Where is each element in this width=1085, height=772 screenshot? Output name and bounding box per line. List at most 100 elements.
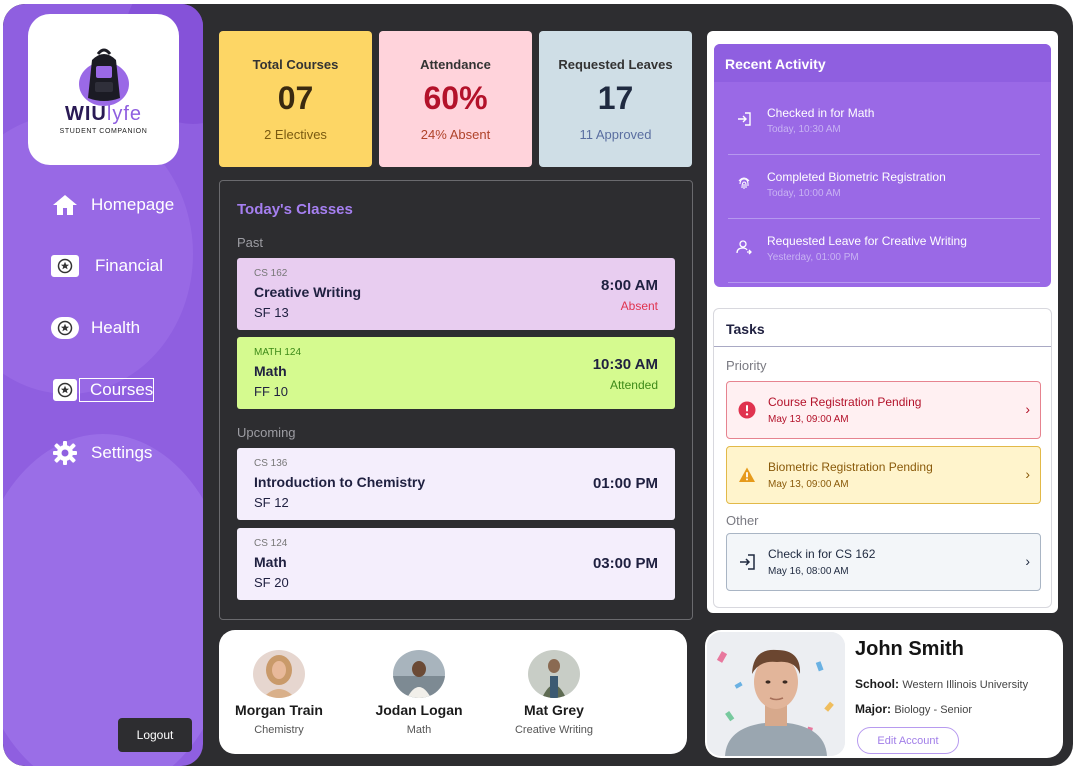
chevron-right-icon: › bbox=[1025, 553, 1030, 569]
class-card[interactable]: CS 162 Creative Writing SF 13 8:00 AM Ab… bbox=[237, 258, 675, 330]
task-time: May 13, 09:00 AM bbox=[768, 479, 849, 490]
tasks-title: Tasks bbox=[714, 309, 1051, 347]
avatar bbox=[528, 650, 580, 698]
edit-account-button[interactable]: Edit Account bbox=[857, 727, 959, 754]
sidebar-item-health[interactable]: Health bbox=[51, 313, 140, 343]
major-value: Biology - Senior bbox=[894, 704, 972, 716]
profile-card: John Smith School: Western Illinois Univ… bbox=[705, 630, 1063, 758]
class-time: 01:00 PM bbox=[592, 475, 658, 492]
task-text: Biometric Registration Pending bbox=[768, 460, 933, 474]
task-item[interactable]: Course Registration Pending May 13, 09:0… bbox=[726, 381, 1041, 439]
activity-time: Yesterday, 01:00 PM bbox=[767, 252, 859, 263]
chevron-right-icon: › bbox=[1025, 466, 1030, 482]
stat-value: 17 bbox=[597, 80, 634, 116]
class-card[interactable]: CS 136 Introduction to Chemistry SF 12 0… bbox=[237, 448, 675, 520]
class-room: SF 12 bbox=[254, 495, 289, 510]
task-item[interactable]: Check in for CS 162 May 16, 08:00 AM › bbox=[726, 533, 1041, 591]
stat-value: 07 bbox=[277, 80, 314, 116]
avatar bbox=[393, 650, 445, 698]
sidebar-item-label: Financial bbox=[95, 256, 164, 275]
sidebar-item-label: Settings bbox=[91, 443, 153, 462]
classmate-card[interactable]: Morgan Train Chemistry bbox=[224, 650, 334, 736]
class-name: Math bbox=[254, 363, 287, 379]
class-code: CS 162 bbox=[254, 268, 288, 279]
class-room: FF 10 bbox=[254, 384, 288, 399]
chevron-right-icon: › bbox=[1025, 401, 1030, 417]
class-card[interactable]: CS 124 Math SF 20 03:00 PM bbox=[237, 528, 675, 600]
fingerprint-icon bbox=[738, 177, 750, 189]
activity-text: Requested Leave for Creative Writing bbox=[767, 234, 967, 248]
gear-icon bbox=[51, 441, 79, 465]
classmate-card[interactable]: Jodan Logan Math bbox=[364, 650, 474, 736]
check-in-icon bbox=[738, 112, 751, 126]
section-label-other: Other bbox=[726, 513, 759, 528]
classmate-name: Mat Grey bbox=[524, 702, 584, 718]
warning-triangle-icon bbox=[739, 467, 755, 482]
class-time: 8:00 AM bbox=[601, 277, 658, 294]
activity-text: Checked in for Math bbox=[767, 106, 875, 120]
sidebar-item-label: Courses bbox=[79, 378, 155, 402]
task-item[interactable]: Biometric Registration Pending May 13, 0… bbox=[726, 446, 1041, 504]
avatar bbox=[253, 650, 305, 698]
classmate-subject: Chemistry bbox=[254, 724, 304, 736]
todays-classes-panel: Today's Classes Past CS 162 Creative Wri… bbox=[219, 180, 693, 620]
activity-item[interactable]: Completed Biometric Registration Today, … bbox=[728, 155, 1040, 219]
sidebar-decoration bbox=[3, 434, 203, 766]
school-value: Western Illinois University bbox=[902, 679, 1029, 691]
section-label-priority: Priority bbox=[726, 358, 767, 373]
class-code: CS 124 bbox=[254, 538, 288, 549]
logout-button[interactable]: Logout bbox=[118, 718, 192, 752]
classmate-name: Morgan Train bbox=[235, 702, 323, 718]
class-code: MATH 124 bbox=[254, 347, 302, 358]
stat-label: Requested Leaves bbox=[558, 57, 673, 72]
home-icon bbox=[51, 193, 79, 217]
sidebar-item-financial[interactable]: Financial bbox=[51, 251, 163, 281]
stat-card-total-courses: Total Courses 07 2 Electives bbox=[219, 31, 372, 167]
class-time: 10:30 AM bbox=[592, 356, 658, 373]
stat-sub: 11 Approved bbox=[579, 127, 652, 142]
tasks-panel: Tasks Priority Course Registration Pendi… bbox=[713, 308, 1052, 608]
star-badge-icon bbox=[51, 316, 79, 340]
class-time: 03:00 PM bbox=[592, 555, 658, 572]
class-name: Math bbox=[254, 554, 287, 570]
brand-wordmark: WIUlyfe bbox=[65, 103, 142, 126]
user-request-icon bbox=[736, 240, 752, 255]
activity-item[interactable]: Checked in for Math Today, 10:30 AM bbox=[728, 91, 1040, 155]
stat-sub: 2 Electives bbox=[264, 127, 327, 142]
right-panel: Recent Activity Checked in for Math Toda… bbox=[707, 31, 1058, 613]
sidebar-item-settings[interactable]: Settings bbox=[51, 438, 152, 468]
profile-name: John Smith bbox=[855, 638, 964, 660]
sidebar-item-label: Homepage bbox=[91, 195, 175, 214]
activity-item[interactable]: Requested Leave for Creative Writing Yes… bbox=[728, 219, 1040, 283]
profile-photo bbox=[707, 632, 845, 756]
profile-major-row: Major: Biology - Senior bbox=[855, 702, 972, 716]
sidebar-item-homepage[interactable]: Homepage bbox=[51, 190, 174, 220]
brand-tagline: STUDENT COMPANION bbox=[59, 128, 148, 135]
stat-label: Total Courses bbox=[252, 57, 339, 72]
classmate-subject: Creative Writing bbox=[514, 724, 594, 736]
activity-title: Recent Activity bbox=[714, 44, 1051, 82]
sidebar-item-courses[interactable]: Courses bbox=[51, 375, 155, 405]
class-name: Introduction to Chemistry bbox=[254, 474, 426, 490]
activity-text: Completed Biometric Registration bbox=[767, 170, 946, 184]
alert-circle-icon bbox=[738, 401, 756, 419]
stat-label: Attendance bbox=[420, 57, 491, 72]
class-room: SF 13 bbox=[254, 305, 289, 320]
major-label: Major: bbox=[855, 702, 891, 716]
sidebar-item-label: Health bbox=[91, 318, 141, 337]
recent-activity-panel: Recent Activity Checked in for Math Toda… bbox=[714, 44, 1051, 287]
profile-school-row: School: Western Illinois University bbox=[855, 677, 1028, 691]
classmates-strip: Morgan Train Chemistry Jodan Logan Math … bbox=[219, 630, 687, 754]
brand-word-main: WIU bbox=[64, 103, 107, 125]
task-time: May 16, 08:00 AM bbox=[768, 566, 849, 577]
task-text: Course Registration Pending bbox=[768, 395, 922, 409]
class-status: Attended bbox=[609, 378, 658, 392]
classmate-card[interactable]: Mat Grey Creative Writing bbox=[499, 650, 609, 736]
star-badge-icon bbox=[51, 378, 79, 402]
app-window: WIUlyfe STUDENT COMPANION Homepage Finan… bbox=[3, 4, 1073, 766]
activity-time: Today, 10:00 AM bbox=[767, 188, 841, 199]
class-card[interactable]: MATH 124 Math FF 10 10:30 AM Attended bbox=[237, 337, 675, 409]
check-in-icon bbox=[740, 554, 755, 570]
stat-card-attendance: Attendance 60% 24% Absent bbox=[379, 31, 532, 167]
activity-time: Today, 10:30 AM bbox=[767, 124, 841, 135]
